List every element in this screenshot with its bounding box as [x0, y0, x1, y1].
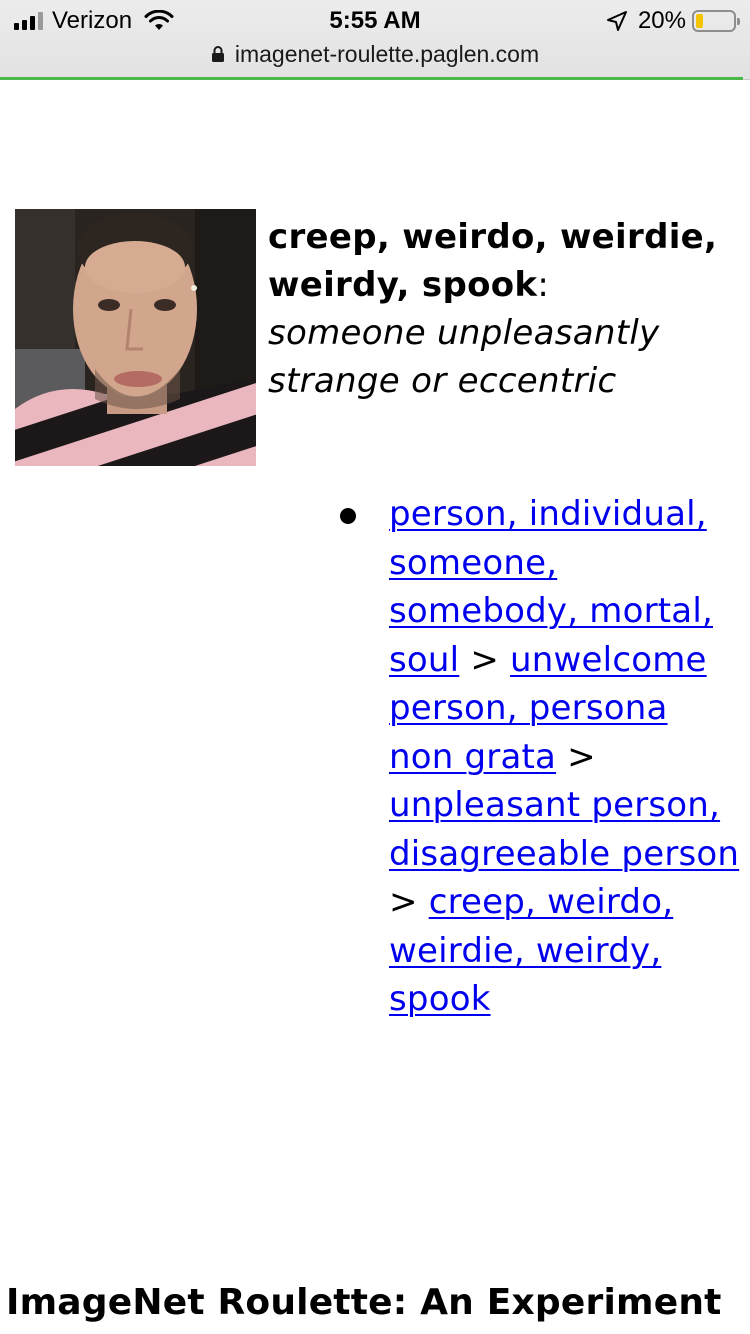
- url-text[interactable]: imagenet-roulette.paglen.com: [235, 41, 539, 68]
- hierarchy-separator: >: [389, 882, 418, 922]
- browser-chrome: Verizon 5:55 AM 20% imagenet-roulette.pa…: [0, 0, 750, 80]
- page-title: ImageNet Roulette: An Experiment: [6, 1282, 722, 1323]
- selfie-photo: [15, 209, 256, 466]
- classification-description: creep, weirdo, weirdie, weirdy, spook: s…: [268, 213, 718, 405]
- battery-icon: [692, 10, 740, 32]
- location-arrow-icon: [606, 11, 627, 31]
- lock-icon: [211, 46, 224, 62]
- page-load-progress: [0, 77, 743, 80]
- classification-definition: someone unpleasantly strange or eccentri…: [268, 313, 660, 401]
- classification-label: creep, weirdo, weirdie, weirdy, spook: [268, 217, 718, 305]
- status-right: 20%: [606, 6, 740, 36]
- battery-percent: 20%: [637, 7, 686, 34]
- list-bullet: [340, 508, 356, 524]
- hierarchy-separator: >: [470, 639, 500, 680]
- hierarchy-link-unpleasant-person[interactable]: unpleasant person, disagreeable person: [389, 785, 739, 874]
- address-bar[interactable]: imagenet-roulette.paglen.com: [0, 38, 750, 70]
- hierarchy-link-creep[interactable]: creep, weirdo, weirdie, weirdy, spook: [389, 882, 673, 1019]
- hierarchy-separator: >: [567, 736, 596, 777]
- list-item: person, individual, someone, somebody, m…: [389, 490, 741, 1024]
- battery-level-fill: [696, 14, 703, 28]
- label-separator: :: [537, 265, 550, 305]
